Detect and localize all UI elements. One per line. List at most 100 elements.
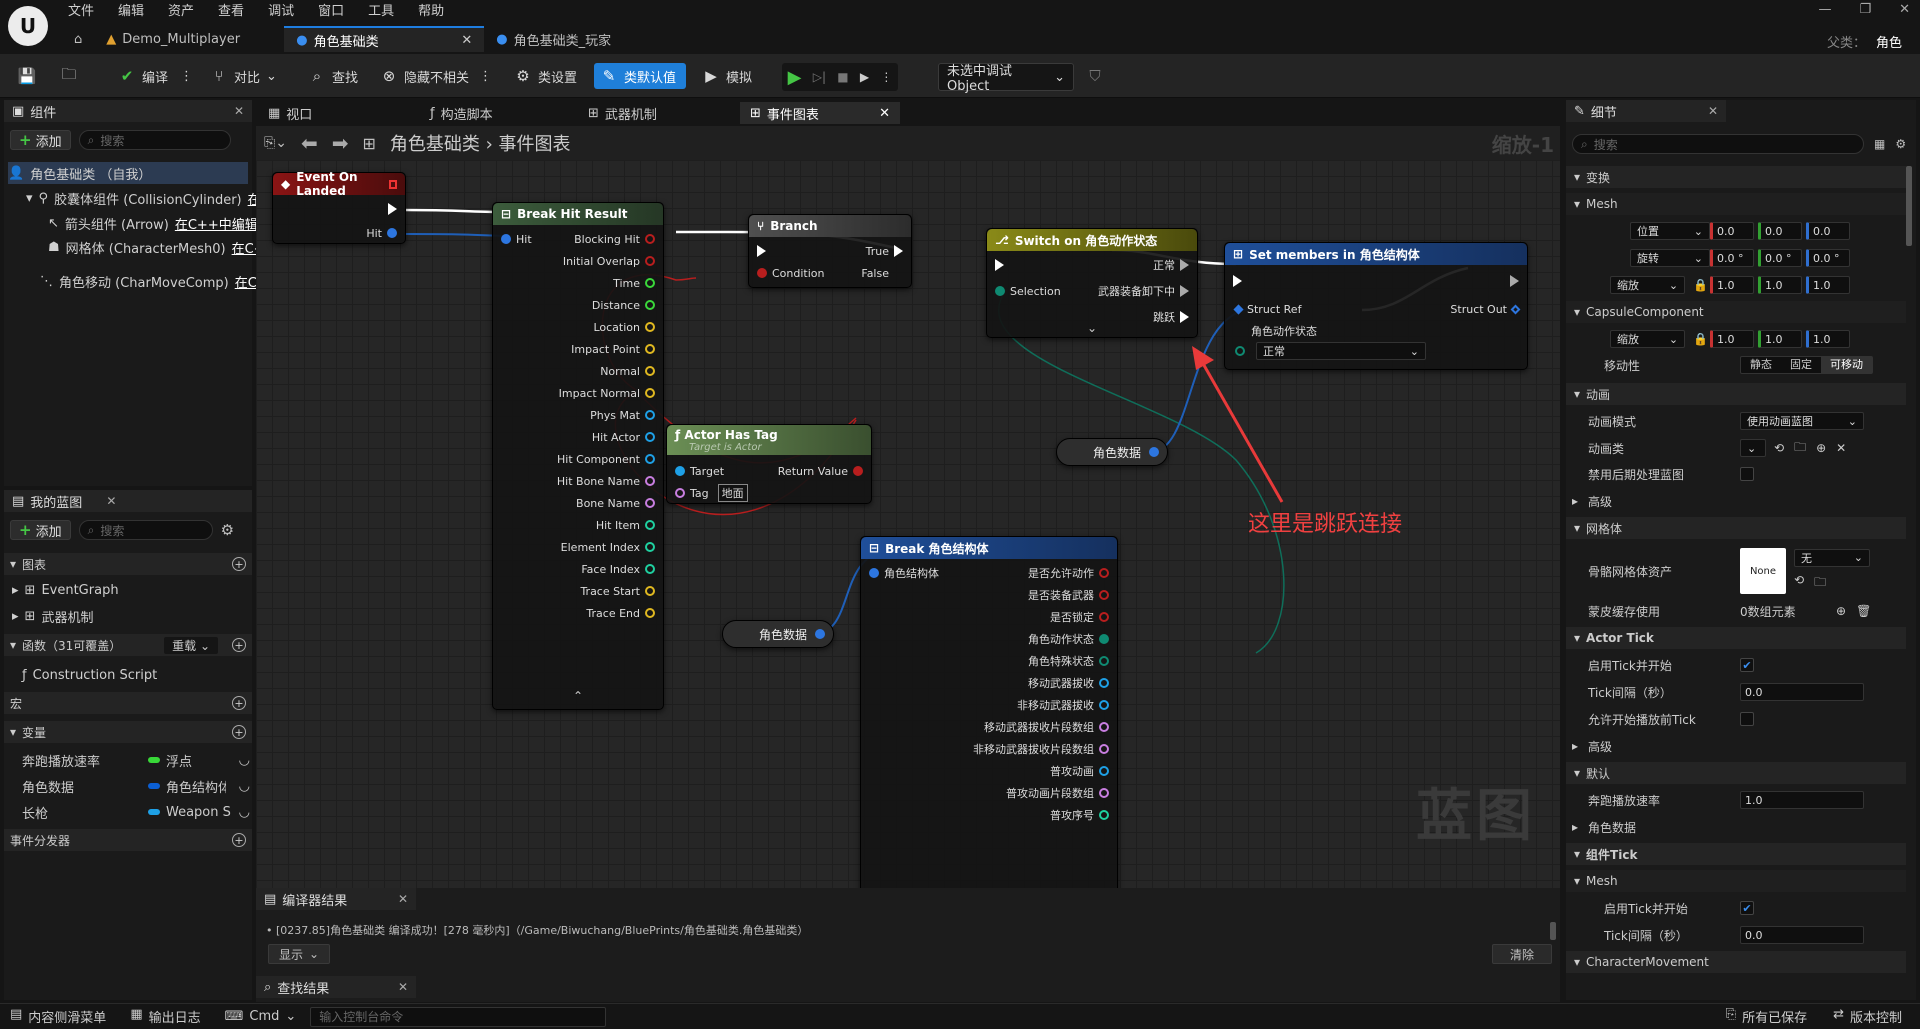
- scrollbar[interactable]: [1550, 922, 1556, 940]
- mobility-movable[interactable]: 可移动: [1821, 357, 1872, 373]
- mobility-static[interactable]: 静态: [1741, 357, 1781, 373]
- tree-item-mesh[interactable]: ☗ 网格体 (CharacterMesh0) 在C+: [48, 236, 265, 258]
- source-control-button[interactable]: ⇄ 版本控制: [1833, 1007, 1902, 1026]
- graph-item-eventgraph[interactable]: ▸ ⊞ EventGraph: [12, 579, 119, 601]
- trash-icon[interactable]: 🗑: [1856, 604, 1871, 618]
- exec-in-pin[interactable]: [995, 257, 1004, 273]
- break-hit-output-pin[interactable]: Normal: [600, 363, 655, 379]
- menu-tools[interactable]: 工具: [356, 2, 406, 22]
- scale-z-input[interactable]: 1.0: [1806, 276, 1850, 294]
- menu-edit[interactable]: 编辑: [106, 2, 156, 22]
- console-input[interactable]: 输入控制台命令: [310, 1006, 607, 1027]
- asset-thumbnail[interactable]: None: [1740, 548, 1786, 594]
- menu-help[interactable]: 帮助: [406, 2, 456, 22]
- capsule-scale-y[interactable]: 1.0: [1758, 330, 1802, 348]
- close-icon[interactable]: ✕: [879, 106, 890, 121]
- component-search-input[interactable]: ⌕ 搜索: [78, 130, 231, 150]
- gear-icon[interactable]: ⚙: [221, 521, 234, 539]
- home-tab[interactable]: ⌂: [62, 26, 94, 52]
- scrollbar[interactable]: [1906, 166, 1912, 246]
- diff-button[interactable]: ⑂ 对比 ⌄: [204, 63, 283, 89]
- break-struct-output-pin[interactable]: 角色动作状态: [1028, 631, 1109, 647]
- break-hit-output-pin[interactable]: Trace End: [586, 605, 655, 621]
- tree-item-capsule[interactable]: ▾ ⚲ 胶囊体组件 (CollisionCylinder) 在: [26, 187, 261, 209]
- tab-character-base[interactable]: ● 角色基础类 ✕: [284, 26, 485, 52]
- break-hit-output-pin[interactable]: Blocking Hit: [574, 231, 655, 247]
- pin-struct-out[interactable]: Struct Out: [1450, 301, 1521, 317]
- scale-x-input[interactable]: 1.0: [1710, 276, 1754, 294]
- disable-post-checkbox[interactable]: [1740, 467, 1754, 481]
- close-icon[interactable]: ✕: [398, 980, 408, 994]
- close-icon[interactable]: ✕: [234, 104, 244, 118]
- output-log-button[interactable]: ▦ 输出日志: [130, 1007, 200, 1026]
- break-hit-output-pin[interactable]: Phys Mat: [590, 407, 655, 423]
- eye-icon[interactable]: ◡: [239, 753, 250, 768]
- break-hit-output-pin[interactable]: Hit Actor: [592, 429, 655, 445]
- node-actor-has-tag[interactable]: ƒ Actor Has Tag Target is Actor Target R…: [666, 424, 872, 504]
- restore-icon[interactable]: ❐: [1859, 2, 1871, 17]
- exec-out-pin[interactable]: [1510, 273, 1519, 289]
- add-macro-icon[interactable]: +: [232, 696, 246, 710]
- table-view-icon[interactable]: ▦: [1874, 137, 1885, 151]
- section-transform[interactable]: ▾ 变换: [1566, 166, 1906, 188]
- step-icon[interactable]: ▷|: [813, 70, 826, 84]
- section-component-tick[interactable]: ▾ 组件Tick: [1566, 843, 1906, 865]
- break-hit-output-pin[interactable]: Hit Bone Name: [557, 473, 655, 489]
- more-icon[interactable]: ⋮: [180, 69, 193, 84]
- pin-struct-ref[interactable]: Struct Ref: [1233, 301, 1301, 317]
- node-break-struct[interactable]: ⊟ Break 角色结构体 角色结构体 是否允许动作 是否装备武器 是否锁定 角色动作状…: [860, 536, 1118, 888]
- add-element-icon[interactable]: ⊕: [1836, 604, 1846, 618]
- add-icon[interactable]: ⊕: [1816, 441, 1826, 455]
- break-hit-output-pin[interactable]: Initial Overlap: [563, 253, 655, 269]
- node-set-members[interactable]: ⊞ Set members in 角色结构体 Struct Ref Struct …: [1224, 242, 1528, 370]
- tree-item-self[interactable]: 👤 角色基础类 （自我）: [8, 162, 248, 184]
- add-component-button[interactable]: + 添加: [10, 130, 71, 150]
- break-hit-output-pin[interactable]: Impact Point: [571, 341, 655, 357]
- graph-options-icon[interactable]: ⎘⌄: [264, 135, 287, 151]
- pin-tag[interactable]: Tag 地面: [675, 484, 748, 502]
- break-struct-output-pin[interactable]: 非移动武器拔收: [1017, 697, 1109, 713]
- add-variable-icon[interactable]: +: [232, 725, 246, 739]
- close-icon[interactable]: ✕: [1708, 104, 1718, 118]
- clear-icon[interactable]: ✕: [1836, 441, 1846, 455]
- clear-button[interactable]: 清除: [1492, 944, 1552, 964]
- start-tick-2-checkbox[interactable]: ✔: [1740, 901, 1754, 915]
- show-filter-button[interactable]: 显示 ⌄: [268, 944, 331, 964]
- class-defaults-button[interactable]: ✎ 类默认值: [594, 63, 686, 89]
- section-actor-tick[interactable]: ▾ Actor Tick: [1566, 627, 1906, 649]
- override-dropdown[interactable]: 重载 ⌄: [164, 636, 218, 654]
- browse-icon[interactable]: 🗀: [1814, 573, 1826, 594]
- location-y-input[interactable]: 0.0: [1758, 222, 1802, 240]
- close-icon[interactable]: ✕: [398, 892, 408, 906]
- capsule-scale-x[interactable]: 1.0: [1710, 330, 1754, 348]
- section-mesh-2[interactable]: ▾ 网格体: [1566, 517, 1906, 539]
- content-drawer-button[interactable]: ▤ 内容侧滑菜单: [10, 1007, 106, 1026]
- break-hit-output-pin[interactable]: Hit Component: [557, 451, 655, 467]
- capsule-scale-select[interactable]: 缩放 ⌄: [1610, 330, 1686, 348]
- break-struct-output-pin[interactable]: 是否锁定: [1050, 609, 1109, 625]
- node-break-hit-result[interactable]: ⊟ Break Hit Result Hit Blocking Hit Initia…: [492, 202, 664, 710]
- section-capsule[interactable]: ▾ CapsuleComponent: [1566, 301, 1906, 323]
- add-member-button[interactable]: + 添加: [10, 520, 71, 540]
- gear-icon[interactable]: ⚙: [1895, 137, 1906, 151]
- rotation-x-input[interactable]: 0.0 °: [1710, 249, 1754, 267]
- tree-item-arrow[interactable]: ↖ 箭头组件 (Arrow) 在C++中编辑: [48, 212, 258, 234]
- capsule-scale-z[interactable]: 1.0: [1806, 330, 1850, 348]
- row-advanced-2[interactable]: ▸ 高级: [1566, 735, 1906, 757]
- location-x-input[interactable]: 0.0: [1710, 222, 1754, 240]
- save-status[interactable]: ⎘ 所有已保存: [1726, 1007, 1807, 1026]
- lock-icon[interactable]: 🔒: [1693, 278, 1708, 292]
- debug-object-select[interactable]: 未选中调试Object ⌄: [938, 63, 1074, 94]
- tab-weapon-mechanics[interactable]: ⊞ 武器机制: [578, 102, 667, 124]
- break-hit-output-pin[interactable]: Hit Item: [596, 517, 655, 533]
- section-graphs[interactable]: ▾ 图表 +: [4, 553, 252, 575]
- break-hit-output-pin[interactable]: Bone Name: [576, 495, 655, 511]
- pin-selection[interactable]: Selection: [995, 283, 1061, 299]
- break-struct-output-pin[interactable]: 普攻动画片段数组: [1006, 785, 1109, 801]
- browse-button[interactable]: 🗀: [54, 63, 84, 89]
- tab-viewport[interactable]: ▦ 视口: [258, 102, 322, 124]
- compile-button[interactable]: ✔ 编译 ⋮: [112, 63, 199, 89]
- break-struct-output-pin[interactable]: 普攻序号: [1050, 807, 1109, 823]
- event-graph-canvas[interactable]: ◆ Event On Landed Hit ⊟ Break Hit Result H…: [256, 160, 1560, 888]
- location-mode-select[interactable]: 位置 ⌄: [1630, 222, 1710, 240]
